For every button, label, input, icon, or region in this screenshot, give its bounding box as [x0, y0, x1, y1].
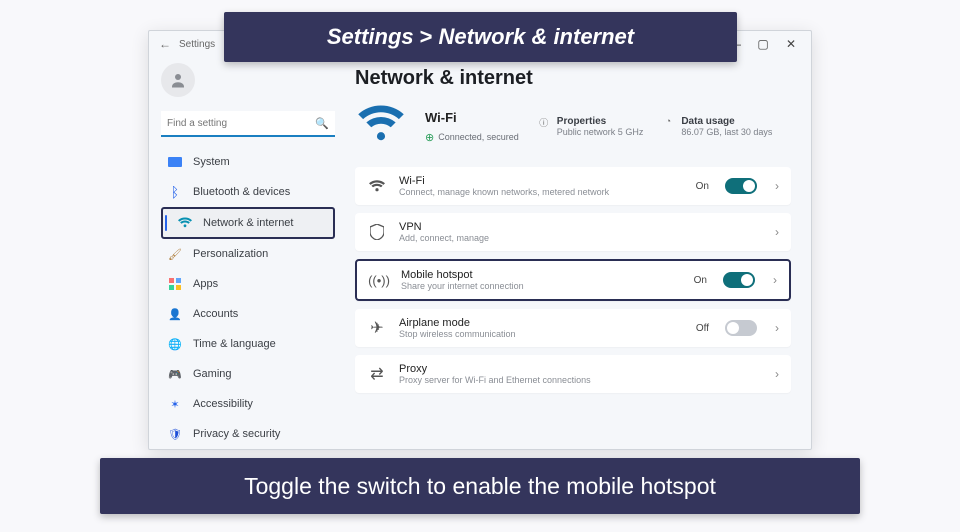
- chevron-right-icon: ›: [775, 367, 779, 381]
- sidebar-item-label: Personalization: [193, 248, 268, 260]
- accessibility-icon: ✶: [167, 396, 183, 412]
- sidebar-item-system[interactable]: System: [161, 147, 335, 177]
- wifi-large-icon: [355, 104, 407, 149]
- data-usage-icon: ◔: [661, 116, 675, 126]
- sidebar-item-personalization[interactable]: 🖌 Personalization: [161, 239, 335, 269]
- card-mobile-hotspot[interactable]: ((•)) Mobile hotspot Share your internet…: [355, 259, 791, 301]
- apps-icon: [167, 276, 183, 292]
- sidebar-item-accessibility[interactable]: ✶ Accessibility: [161, 389, 335, 419]
- chevron-right-icon: ›: [775, 225, 779, 239]
- sidebar-item-apps[interactable]: Apps: [161, 269, 335, 299]
- properties-sub: Public network 5 GHz: [557, 127, 644, 137]
- maximize-button[interactable]: ▢: [749, 37, 777, 51]
- wifi-icon: [367, 180, 387, 193]
- chevron-right-icon: ›: [775, 321, 779, 335]
- shield-icon: 🛡: [167, 426, 183, 442]
- card-title: Proxy: [399, 363, 757, 375]
- settings-window: ← Settings — ▢ ✕ 🔍 System ᛒ Bluetooth: [148, 30, 812, 450]
- wifi-icon: [177, 215, 193, 231]
- data-usage-block[interactable]: ◔ Data usage 86.07 GB, last 30 days: [661, 116, 772, 137]
- search-input[interactable]: [167, 118, 315, 129]
- card-title: VPN: [399, 221, 757, 233]
- globe-icon: 🌐: [167, 336, 183, 352]
- avatar[interactable]: [161, 63, 195, 97]
- callout-top-a: Settings: [327, 24, 414, 50]
- gaming-icon: 🎮: [167, 366, 183, 382]
- chevron-right-icon: ›: [773, 273, 777, 287]
- card-sub: Proxy server for Wi-Fi and Ethernet conn…: [399, 375, 757, 385]
- hotspot-icon: ((•)): [369, 273, 389, 288]
- hotspot-toggle[interactable]: [723, 272, 755, 288]
- card-sub: Stop wireless communication: [399, 329, 684, 339]
- nav-list: System ᛒ Bluetooth & devices Network & i…: [161, 147, 335, 449]
- data-usage-sub: 86.07 GB, last 30 days: [681, 127, 772, 137]
- sidebar-item-privacy[interactable]: 🛡 Privacy & security: [161, 419, 335, 449]
- card-state: On: [694, 275, 707, 286]
- sidebar-item-label: Accessibility: [193, 398, 253, 410]
- data-usage-label: Data usage: [681, 116, 772, 127]
- airplane-toggle[interactable]: [725, 320, 757, 336]
- sidebar-item-label: Accounts: [193, 308, 238, 320]
- shield-icon: [367, 224, 387, 240]
- sidebar-item-label: Apps: [193, 278, 218, 290]
- card-wifi[interactable]: Wi-Fi Connect, manage known networks, me…: [355, 167, 791, 205]
- search-box[interactable]: 🔍: [161, 111, 335, 137]
- card-proxy[interactable]: ⇄ Proxy Proxy server for Wi-Fi and Ether…: [355, 355, 791, 393]
- callout-top: Settings > Network & internet: [224, 12, 737, 62]
- card-sub: Share your internet connection: [401, 281, 682, 291]
- properties-label: Properties: [557, 116, 644, 127]
- card-title: Wi-Fi: [399, 175, 684, 187]
- callout-bottom-text: Toggle the switch to enable the mobile h…: [244, 473, 716, 500]
- hero-title: Wi-Fi: [425, 110, 519, 125]
- close-button[interactable]: ✕: [777, 37, 805, 51]
- sidebar-item-bluetooth[interactable]: ᛒ Bluetooth & devices: [161, 177, 335, 207]
- sidebar-item-gaming[interactable]: 🎮 Gaming: [161, 359, 335, 389]
- network-hero: Wi-Fi ⊕ Connected, secured ⓘ Properties P…: [355, 104, 791, 149]
- wifi-toggle[interactable]: [725, 178, 757, 194]
- card-vpn[interactable]: VPN Add, connect, manage ›: [355, 213, 791, 251]
- brush-icon: 🖌: [167, 246, 183, 262]
- sidebar-item-network[interactable]: Network & internet: [161, 207, 335, 239]
- bluetooth-icon: ᛒ: [167, 184, 183, 200]
- card-sub: Connect, manage known networks, metered …: [399, 187, 684, 197]
- sidebar: 🔍 System ᛒ Bluetooth & devices Network &…: [149, 57, 345, 449]
- callout-top-b: Network & internet: [439, 24, 635, 50]
- card-title: Mobile hotspot: [401, 269, 682, 281]
- sidebar-item-label: System: [193, 156, 230, 168]
- window-title: Settings: [179, 39, 215, 50]
- person-icon: [169, 71, 187, 89]
- card-state: Off: [696, 323, 709, 334]
- accounts-icon: 👤: [167, 306, 183, 322]
- sidebar-item-label: Gaming: [193, 368, 232, 380]
- info-icon: ⓘ: [537, 116, 551, 129]
- chevron-right-icon: ›: [775, 179, 779, 193]
- sidebar-item-accounts[interactable]: 👤 Accounts: [161, 299, 335, 329]
- airplane-icon: ✈: [367, 318, 387, 338]
- content-pane: Network & internet Wi-Fi ⊕ Connected, sec…: [345, 57, 811, 449]
- back-button[interactable]: ←: [155, 37, 175, 51]
- search-icon: 🔍: [315, 117, 329, 130]
- settings-cards: Wi-Fi Connect, manage known networks, me…: [355, 167, 791, 393]
- card-sub: Add, connect, manage: [399, 233, 757, 243]
- system-icon: [167, 154, 183, 170]
- sidebar-item-label: Network & internet: [203, 217, 293, 229]
- card-state: On: [696, 181, 709, 192]
- sidebar-item-label: Privacy & security: [193, 428, 280, 440]
- card-airplane[interactable]: ✈ Airplane mode Stop wireless communicat…: [355, 309, 791, 347]
- sidebar-item-label: Bluetooth & devices: [193, 186, 290, 198]
- callout-bottom: Toggle the switch to enable the mobile h…: [100, 458, 860, 514]
- page-title: Network & internet: [355, 67, 791, 90]
- globe-connected-icon: ⊕: [425, 131, 434, 144]
- properties-block[interactable]: ⓘ Properties Public network 5 GHz: [537, 116, 644, 137]
- sidebar-item-label: Time & language: [193, 338, 276, 350]
- hero-status: Connected, secured: [438, 132, 519, 142]
- sidebar-item-time[interactable]: 🌐 Time & language: [161, 329, 335, 359]
- proxy-icon: ⇄: [367, 364, 387, 384]
- callout-top-sep: >: [420, 24, 433, 50]
- card-title: Airplane mode: [399, 317, 684, 329]
